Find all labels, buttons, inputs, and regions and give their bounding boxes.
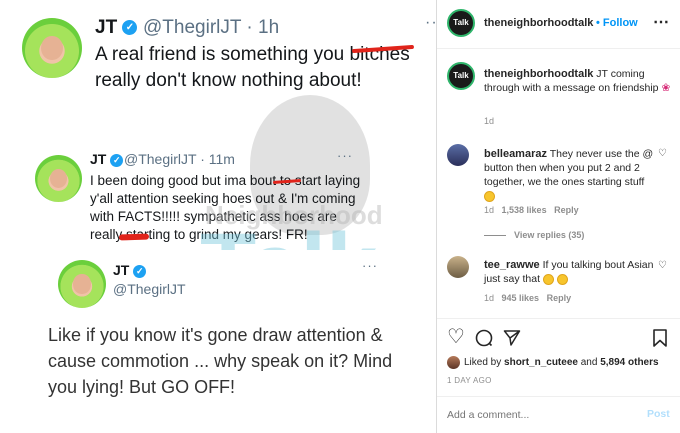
tweet-author: JT ✓ <box>90 151 124 167</box>
follow-button[interactable]: • Follow <box>596 17 638 29</box>
post-header: Talk theneighborhoodtalk • Follow ⋯ <box>437 0 680 49</box>
avatar <box>58 260 106 308</box>
tweet-handle: @ThegirlJT · 11m <box>124 151 235 167</box>
account-username[interactable]: theneighborhoodtalk <box>484 17 593 29</box>
tweet-1: JT ✓ @ThegirlJT · 1h ··· A real friend i… <box>0 0 436 135</box>
more-options-icon[interactable]: ··· <box>337 148 353 163</box>
tweet-author: JT ✓ <box>95 17 138 39</box>
divider <box>437 318 680 319</box>
more-options-icon[interactable]: ··· <box>425 14 436 32</box>
comment-icon[interactable] <box>475 329 493 350</box>
commenter-avatar[interactable] <box>447 144 469 166</box>
liker-avatar[interactable] <box>447 356 460 369</box>
commenter-avatar[interactable] <box>447 256 469 278</box>
tweet-text: Like if you know it's gone draw attentio… <box>48 325 393 397</box>
post-side-panel: Talk theneighborhoodtalk • Follow ⋯ Talk… <box>437 0 680 433</box>
caption-age: 1d <box>484 116 495 126</box>
caption-avatar[interactable]: Talk <box>447 62 475 90</box>
verified-badge-icon: ✓ <box>122 20 138 36</box>
more-options-icon[interactable]: ··· <box>362 258 378 273</box>
tweet-2: JT ✓ @ThegirlJT · 11m ··· I been doing g… <box>0 145 436 255</box>
laughing-emoji-icon <box>556 273 568 285</box>
comment-meta: 1d 945 likes Reply <box>484 293 572 303</box>
rose-emoji-icon: ❀ <box>661 82 671 94</box>
likes-summary: Liked by short_n_cuteee and 5,894 others <box>464 357 659 368</box>
post-date: 1 DAY AGO <box>447 376 492 385</box>
avatar <box>35 155 82 202</box>
post-image[interactable]: JT ✓ @ThegirlJT · 1h ··· A real friend i… <box>0 0 437 433</box>
comment-like-heart-icon[interactable]: ♡ <box>658 148 667 159</box>
commenter-username[interactable]: belleamaraz <box>484 148 547 160</box>
tweet-handle: @ThegirlJT <box>113 281 186 297</box>
redaction-mark <box>118 233 150 241</box>
laughing-emoji-icon <box>542 273 554 285</box>
comment-text: belleamaraz They never use the @ button … <box>484 147 654 203</box>
instagram-post-view: JT ✓ @ThegirlJT · 1h ··· A real friend i… <box>0 0 680 433</box>
verified-badge-icon: ✓ <box>133 264 147 278</box>
comment-like-heart-icon[interactable]: ♡ <box>658 260 667 271</box>
view-replies-button[interactable]: View replies (35) <box>484 230 584 240</box>
comment-bar: Post <box>437 396 680 433</box>
bookmark-icon[interactable] <box>652 329 668 350</box>
comment-likes[interactable]: 1,538 likes <box>502 205 547 215</box>
tweet-author: JT ✓ <box>113 262 147 278</box>
post-button[interactable]: Post <box>647 408 670 420</box>
avatar <box>22 18 82 78</box>
share-icon[interactable] <box>503 329 521 350</box>
liker-username[interactable]: short_n_cuteee <box>504 357 578 368</box>
reply-button[interactable]: Reply <box>547 293 572 303</box>
reply-button[interactable]: Reply <box>554 205 579 215</box>
likes-count[interactable]: 5,894 others <box>600 357 658 368</box>
tweet-3: JT ✓ @ThegirlJT ··· Like if you know it'… <box>0 250 436 433</box>
commenter-username[interactable]: tee_rawwe <box>484 259 540 271</box>
caption: theneighborhoodtalk JT coming through wi… <box>484 67 674 95</box>
caption-username[interactable]: theneighborhoodtalk <box>484 68 593 80</box>
comment-likes[interactable]: 945 likes <box>502 293 540 303</box>
like-heart-icon[interactable]: ♡ <box>447 327 465 347</box>
verified-badge-icon: ✓ <box>110 153 124 167</box>
account-avatar[interactable]: Talk <box>447 9 475 37</box>
comment-input[interactable] <box>447 407 627 423</box>
comment-text: tee_rawwe If you talking bout Asian just… <box>484 259 654 285</box>
more-options-icon[interactable]: ⋯ <box>653 12 669 32</box>
tweet-handle: @ThegirlJT · 1h <box>143 17 280 38</box>
laughing-emoji-icon <box>484 190 495 202</box>
comment-meta: 1d 1,538 likes Reply <box>484 205 579 215</box>
